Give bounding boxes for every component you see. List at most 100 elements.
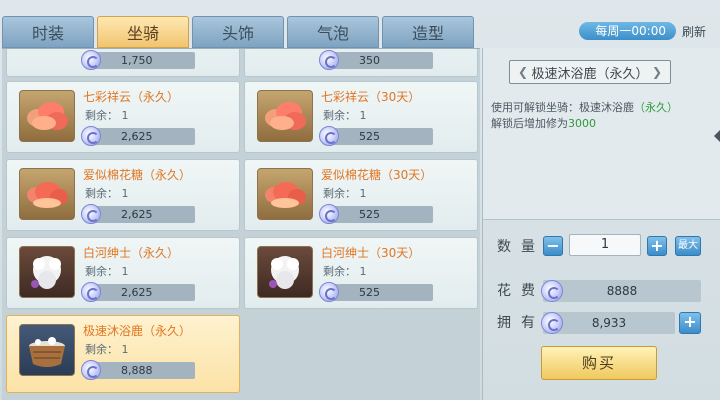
jade-currency-icon xyxy=(81,50,101,70)
item-price: 1,750 xyxy=(121,54,153,67)
add-currency-button[interactable]: + xyxy=(679,312,701,334)
price-bar: 525 xyxy=(319,204,433,224)
refresh-label: 刷新 xyxy=(681,24,706,39)
rainbow-cloud-icon xyxy=(257,90,313,142)
max-button[interactable]: 最大 xyxy=(675,236,701,256)
item-remain: 剩余： 1 xyxy=(85,265,129,278)
item-remain: 剩余： 1 xyxy=(85,343,129,356)
tab-label: 气泡 xyxy=(316,24,349,43)
tab-label: 造型 xyxy=(411,24,444,43)
tab-label: 头饰 xyxy=(221,24,254,43)
cost-field: 8888 xyxy=(541,280,701,302)
item-price: 2,625 xyxy=(121,208,153,221)
quantity-input[interactable]: 1 xyxy=(569,234,641,256)
item-price: 350 xyxy=(359,54,380,67)
item-price: 2,625 xyxy=(121,286,153,299)
item-card[interactable]: 1,750 xyxy=(6,49,240,77)
detail-description: 使用可解锁坐骑：极速沐浴鹿（永久） 解锁后增加修为3000 xyxy=(491,100,715,132)
item-grid[interactable]: 1,750 350 七彩祥云（永久） 剩余： 1 2,625 七彩祥云（30天）… xyxy=(2,48,480,400)
desc-line2: 解锁后增加修为 xyxy=(491,117,568,130)
plus-button[interactable]: + xyxy=(647,236,667,256)
purchase-panel: ❮ 极速沐浴鹿（永久） ❯ 使用可解锁坐骑：极速沐浴鹿（永久） 解锁后增加修为3… xyxy=(482,48,720,400)
jade-currency-icon xyxy=(319,50,339,70)
plus-icon: + xyxy=(650,236,664,255)
item-name: 爱似棉花糖（30天） xyxy=(321,168,433,182)
quantity-label: 数量 xyxy=(497,239,545,255)
own-value: 8,933 xyxy=(591,316,627,330)
item-name: 白河绅士（30天） xyxy=(321,246,421,260)
rainbow-cloud-icon xyxy=(19,90,75,142)
item-card[interactable]: 爱似棉花糖（30天） 剩余： 1 525 xyxy=(244,159,478,231)
tab-label: 时装 xyxy=(31,24,64,43)
refresh-info: 每周一00:00 刷新 xyxy=(579,22,706,40)
jade-currency-icon xyxy=(541,312,563,334)
buy-button[interactable]: 购买 xyxy=(541,346,657,380)
item-card[interactable]: 白河绅士（永久） 剩余： 1 2,625 xyxy=(6,237,240,309)
price-bar: 1,750 xyxy=(81,50,195,70)
price-bar: 2,625 xyxy=(81,126,195,146)
item-card[interactable]: 爱似棉花糖（永久） 剩余： 1 2,625 xyxy=(6,159,240,231)
jade-currency-icon xyxy=(81,360,101,380)
jade-currency-icon xyxy=(319,204,339,224)
detail-title-text: 极速沐浴鹿（永久） xyxy=(531,66,649,82)
item-price: 8,888 xyxy=(121,364,153,377)
detail-title: ❮ 极速沐浴鹿（永久） ❯ xyxy=(509,60,671,84)
cotton-candy-icon xyxy=(257,168,313,220)
tab-bubble[interactable]: 气泡 xyxy=(287,16,379,48)
minus-button[interactable]: − xyxy=(543,236,563,256)
price-bar: 8,888 xyxy=(81,360,195,380)
cotton-candy-icon xyxy=(19,168,75,220)
item-remain: 剩余： 1 xyxy=(323,265,367,278)
jade-currency-icon xyxy=(541,280,563,302)
price-bar: 525 xyxy=(319,126,433,146)
item-price: 525 xyxy=(359,208,380,221)
bath-tub-icon xyxy=(19,324,75,376)
jade-currency-icon xyxy=(81,282,101,302)
cost-value: 8888 xyxy=(606,284,638,298)
item-name: 白河绅士（永久） xyxy=(83,246,180,260)
minus-icon: − xyxy=(546,236,560,255)
item-remain: 剩余： 1 xyxy=(323,109,367,122)
desc-duration: （永久） xyxy=(634,101,678,114)
item-name: 七彩祥云（30天） xyxy=(321,90,421,104)
item-card[interactable]: 七彩祥云（永久） 剩余： 1 2,625 xyxy=(6,81,240,153)
owned-field: 8,933 xyxy=(541,312,675,334)
white-gentleman-icon xyxy=(257,246,313,298)
jade-currency-icon xyxy=(319,126,339,146)
jade-currency-icon xyxy=(319,282,339,302)
shop-window: 时装 坐骑 头饰 气泡 造型 每周一00:00 刷新 1,750 350 七彩祥… xyxy=(0,0,720,400)
item-remain: 剩余： 1 xyxy=(323,187,367,200)
white-gentleman-icon xyxy=(19,246,75,298)
price-bar: 2,625 xyxy=(81,204,195,224)
category-tabs: 时装 坐骑 头饰 气泡 造型 xyxy=(0,16,474,48)
tab-headwear[interactable]: 头饰 xyxy=(192,16,284,48)
cost-label: 花费 xyxy=(497,283,545,299)
item-card-selected[interactable]: 极速沐浴鹿（永久） 剩余： 1 8,888 xyxy=(6,315,240,393)
price-bar: 2,625 xyxy=(81,282,195,302)
item-card[interactable]: 七彩祥云（30天） 剩余： 1 525 xyxy=(244,81,478,153)
item-price: 525 xyxy=(359,130,380,143)
right-ornament-icon: ❯ xyxy=(651,65,663,79)
price-bar: 525 xyxy=(319,282,433,302)
item-remain: 剩余： 1 xyxy=(85,187,129,200)
item-detail: ❮ 极速沐浴鹿（永久） ❯ 使用可解锁坐骑：极速沐浴鹿（永久） 解锁后增加修为3… xyxy=(483,48,720,220)
tab-fashion[interactable]: 时装 xyxy=(2,16,94,48)
desc-prefix: 使用可解锁坐骑：极速沐浴鹿 xyxy=(491,101,634,114)
price-bar: 350 xyxy=(319,50,433,70)
item-remain: 剩余： 1 xyxy=(85,109,129,122)
item-card[interactable]: 白河绅士（30天） 剩余： 1 525 xyxy=(244,237,478,309)
left-ornament-icon: ❮ xyxy=(517,65,529,79)
item-price: 525 xyxy=(359,286,380,299)
desc-value: 3000 xyxy=(568,117,596,130)
tab-label: 坐骑 xyxy=(126,24,159,43)
item-card[interactable]: 350 xyxy=(244,49,478,77)
jade-currency-icon xyxy=(81,126,101,146)
plus-icon: + xyxy=(683,312,697,331)
item-name: 极速沐浴鹿（永久） xyxy=(83,324,192,338)
item-name: 爱似棉花糖（永久） xyxy=(83,168,192,182)
item-name: 七彩祥云（永久） xyxy=(83,90,180,104)
tab-style[interactable]: 造型 xyxy=(382,16,474,48)
own-label: 拥有 xyxy=(497,315,545,331)
jade-currency-icon xyxy=(81,204,101,224)
tab-mount[interactable]: 坐骑 xyxy=(97,16,189,48)
